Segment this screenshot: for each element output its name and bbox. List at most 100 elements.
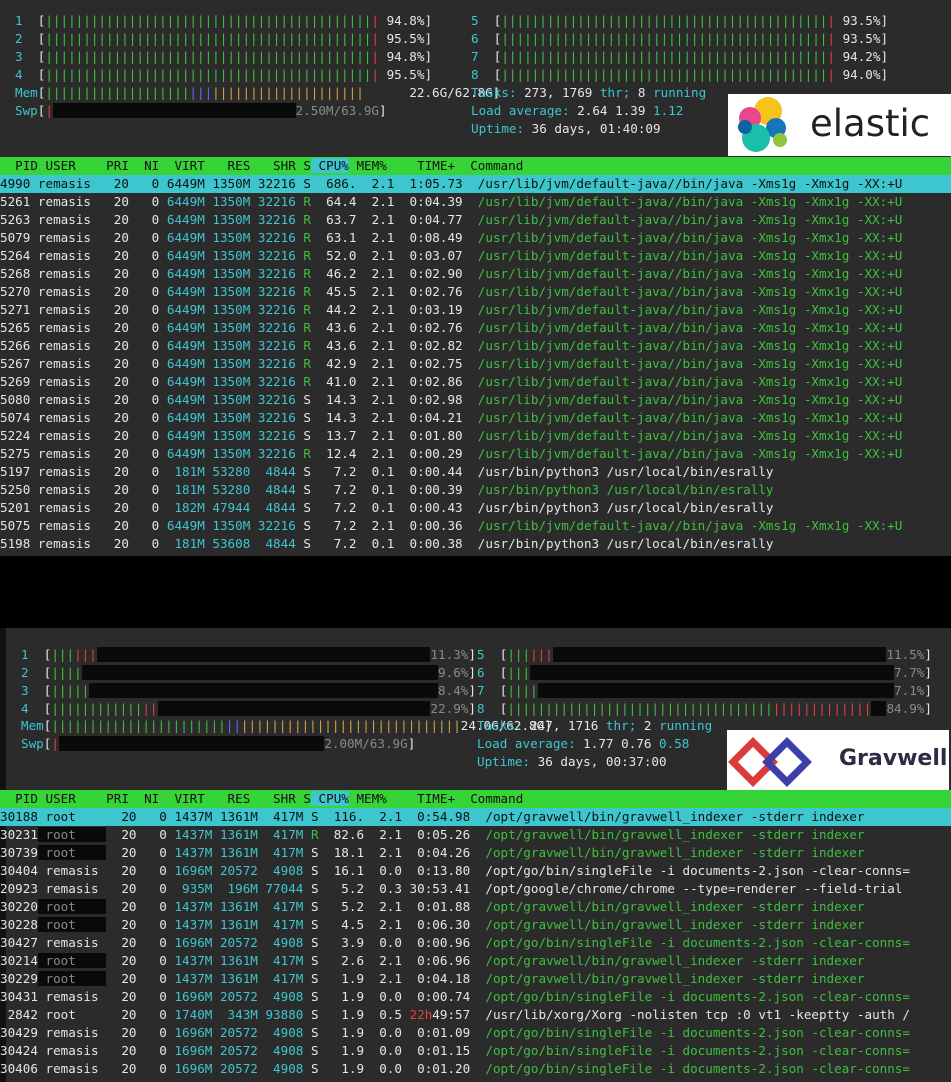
process-time: 0:54.98 xyxy=(401,809,471,824)
mem-label: Mem xyxy=(15,85,38,100)
process-table-header[interactable]: PID USER PRI NI VIRT RES SHR S CPU% MEM%… xyxy=(0,157,951,175)
process-time: 30:53.41 xyxy=(401,881,471,896)
process-row[interactable]: 5074 remasis 20 0 6449M 1350M 32216 S 14… xyxy=(0,409,951,427)
process-virt: 182M xyxy=(159,500,205,515)
column-header-command[interactable]: Command xyxy=(455,158,523,173)
process-res: 53608 xyxy=(204,536,251,551)
process-row[interactable]: 5075 remasis 20 0 6449M 1350M 32216 S 7.… xyxy=(0,517,951,535)
cpu-percent: 94.8% xyxy=(386,13,425,28)
process-row[interactable]: 5079 remasis 20 0 6449M 1350M 32216 R 63… xyxy=(0,229,951,247)
process-command: /usr/lib/jvm/default-java//bin/java -Xms… xyxy=(462,284,903,299)
process-row[interactable]: 5265 remasis 20 0 6449M 1350M 32216 R 43… xyxy=(0,319,951,337)
column-header-ni[interactable]: NI xyxy=(129,791,159,806)
process-row[interactable]: 30214 root 20 0 1437M 1361M 417M S 2.6 2… xyxy=(0,952,951,970)
cpu-number: 2 xyxy=(15,31,23,46)
column-header-pid[interactable]: PID xyxy=(0,158,38,173)
process-row[interactable]: 5197 remasis 20 0 181M 53280 4844 S 7.2 … xyxy=(0,463,951,481)
column-header-command[interactable]: Command xyxy=(455,791,523,806)
column-header-pri[interactable]: PRI xyxy=(99,158,129,173)
process-mem: 2.1 xyxy=(364,827,402,842)
process-row[interactable]: 5198 remasis 20 0 181M 53608 4844 S 7.2 … xyxy=(0,535,951,553)
process-res: 1350M xyxy=(204,176,251,191)
column-header-virt[interactable]: VIRT xyxy=(159,791,204,806)
process-row[interactable]: 5250 remasis 20 0 181M 53280 4844 S 7.2 … xyxy=(0,481,951,499)
cpu-bar-system: ||| xyxy=(74,647,97,662)
process-row[interactable]: 5080 remasis 20 0 6449M 1350M 32216 S 14… xyxy=(0,391,951,409)
process-row[interactable]: 5270 remasis 20 0 6449M 1350M 32216 R 45… xyxy=(0,283,951,301)
column-header-shr[interactable]: SHR xyxy=(250,158,296,173)
column-header-pri[interactable]: PRI xyxy=(99,791,129,806)
process-row[interactable]: 30188 root 20 0 1437M 1361M 417M S 116. … xyxy=(0,808,951,826)
process-row[interactable]: 5271 remasis 20 0 6449M 1350M 32216 R 44… xyxy=(0,301,951,319)
column-header-s[interactable]: S xyxy=(296,791,311,806)
gravwell-logo-text: Gravwell xyxy=(839,746,948,771)
column-header-user[interactable]: USER xyxy=(38,158,99,173)
process-res: 196M xyxy=(212,881,258,896)
process-mem: 2.1 xyxy=(356,338,395,353)
column-header-mem[interactable]: MEM% xyxy=(349,158,386,173)
column-header-user[interactable]: USER xyxy=(38,791,99,806)
column-header-res[interactable]: RES xyxy=(205,791,251,806)
process-row[interactable]: 30404 remasis 20 0 1696M 20572 4908 S 16… xyxy=(0,862,951,880)
column-header-cpu[interactable]: CPU% xyxy=(310,158,349,173)
column-header-s[interactable]: S xyxy=(296,158,311,173)
bracket: ] xyxy=(468,647,476,662)
process-state: R xyxy=(295,320,311,335)
process-row[interactable]: 5224 remasis 20 0 6449M 1350M 32216 S 13… xyxy=(0,427,951,445)
process-row[interactable]: 30431 remasis 20 0 1696M 20572 4908 S 1.… xyxy=(0,988,951,1006)
column-header-pid[interactable]: PID xyxy=(0,791,38,806)
column-header-virt[interactable]: VIRT xyxy=(159,158,204,173)
process-row[interactable]: 30429 remasis 20 0 1696M 20572 4908 S 1.… xyxy=(0,1024,951,1042)
cpu-bar-user: ||||||||||||||||||||||||||||||||||||||||… xyxy=(45,13,372,28)
process-row[interactable]: 5268 remasis 20 0 6449M 1350M 32216 R 46… xyxy=(0,265,951,283)
process-command: /opt/google/chrome/chrome --type=rendere… xyxy=(470,881,903,896)
process-row[interactable]: 5263 remasis 20 0 6449M 1350M 32216 R 63… xyxy=(0,211,951,229)
process-row[interactable]: 5264 remasis 20 0 6449M 1350M 32216 R 52… xyxy=(0,247,951,265)
process-pid: 5201 xyxy=(0,500,31,515)
process-cpu: 45.5 xyxy=(310,284,357,299)
column-header-res[interactable]: RES xyxy=(205,158,251,173)
process-table-header[interactable]: PID USER PRI NI VIRT RES SHR S CPU% MEM%… xyxy=(0,790,951,808)
process-row[interactable]: 30229 root 20 0 1437M 1361M 417M S 1.9 2… xyxy=(0,970,951,988)
process-row[interactable]: 5261 remasis 20 0 6449M 1350M 32216 R 64… xyxy=(0,193,951,211)
column-header-cpu[interactable]: CPU% xyxy=(310,791,349,806)
process-res: 343M xyxy=(212,1007,258,1022)
process-row[interactable]: 2842 root 20 0 1740M 343M 93880 S 1.9 0.… xyxy=(0,1006,951,1024)
column-header-ni[interactable]: NI xyxy=(129,158,159,173)
process-row[interactable]: 5267 remasis 20 0 6449M 1350M 32216 R 42… xyxy=(0,355,951,373)
column-header-time[interactable]: TIME+ xyxy=(387,158,455,173)
process-pid: 30228 xyxy=(0,917,38,932)
process-row[interactable]: 30231 root 20 0 1437M 1361M 417M R 82.6 … xyxy=(0,826,951,844)
process-state: S xyxy=(303,971,319,986)
process-user: remasis xyxy=(30,482,99,497)
cpu-percent: 11.5% xyxy=(886,647,925,662)
column-header-time[interactable]: TIME+ xyxy=(387,791,455,806)
process-row[interactable]: 30739 root 20 0 1437M 1361M 417M S 18.1 … xyxy=(0,844,951,862)
process-cpu: 46.2 xyxy=(310,266,357,281)
process-row[interactable]: 20923 remasis 20 0 935M 196M 77044 S 5.2… xyxy=(0,880,951,898)
process-row[interactable]: 30427 remasis 20 0 1696M 20572 4908 S 3.… xyxy=(0,934,951,952)
process-pid: 5270 xyxy=(0,284,31,299)
process-row[interactable]: 30406 remasis 20 0 1696M 20572 4908 S 1.… xyxy=(0,1060,951,1078)
process-row[interactable]: 30220 root 20 0 1437M 1361M 417M S 5.2 2… xyxy=(0,898,951,916)
column-header-mem[interactable]: MEM% xyxy=(349,791,386,806)
process-res: 1350M xyxy=(204,212,251,227)
process-shr: 32216 xyxy=(250,392,296,407)
process-shr: 417M xyxy=(257,899,304,914)
process-shr: 417M xyxy=(257,827,304,842)
process-mem: 2.1 xyxy=(356,392,395,407)
process-command: /usr/lib/jvm/default-java//bin/java -Xms… xyxy=(462,176,903,191)
process-row[interactable]: 30424 remasis 20 0 1696M 20572 4908 S 1.… xyxy=(0,1042,951,1060)
process-row[interactable]: 30228 root 20 0 1437M 1361M 417M S 4.5 2… xyxy=(0,916,951,934)
process-row[interactable]: 5275 remasis 20 0 6449M 1350M 32216 R 12… xyxy=(0,445,951,463)
process-row[interactable]: 5266 remasis 20 0 6449M 1350M 32216 R 43… xyxy=(0,337,951,355)
process-row[interactable]: 5201 remasis 20 0 182M 47944 4844 S 7.2 … xyxy=(0,499,951,517)
cpu-bar-empty xyxy=(835,13,843,28)
column-header-shr[interactable]: SHR xyxy=(250,791,296,806)
process-priority: 20 xyxy=(98,464,129,479)
process-row[interactable]: 4990 remasis 20 0 6449M 1350M 32216 S 68… xyxy=(0,175,951,193)
process-row[interactable]: 5269 remasis 20 0 6449M 1350M 32216 R 41… xyxy=(0,373,951,391)
cpu-bar-user: ||||||||||||||||||||||||||||||||||| xyxy=(507,701,773,716)
process-priority: 20 xyxy=(106,935,137,950)
process-priority: 20 xyxy=(106,881,137,896)
